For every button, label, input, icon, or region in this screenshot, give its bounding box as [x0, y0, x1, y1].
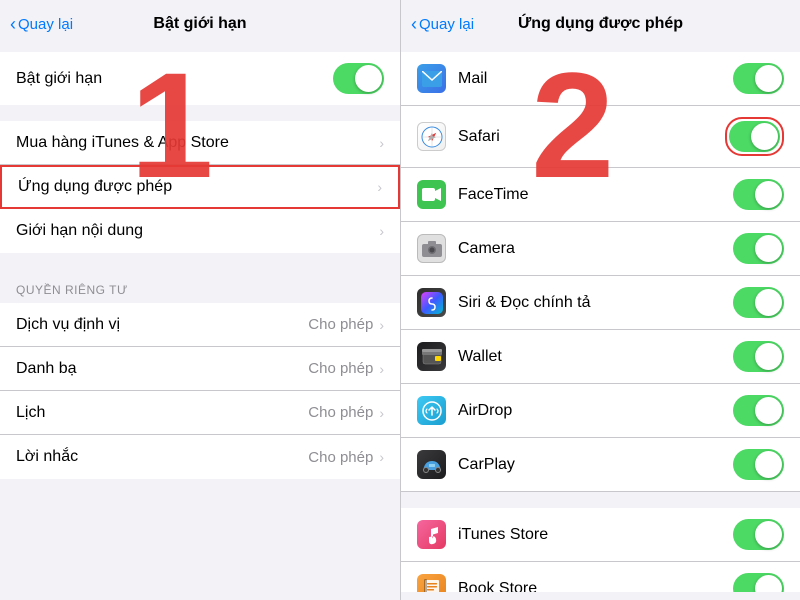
- lich-value: Cho phép: [308, 404, 373, 421]
- carplay-icon: [417, 450, 446, 479]
- camera-toggle-knob: [755, 235, 782, 262]
- siri-toggle[interactable]: [733, 287, 784, 318]
- safari-item[interactable]: Safari: [401, 106, 800, 168]
- mail-icon: [417, 64, 446, 93]
- airdrop-toggle[interactable]: [733, 395, 784, 426]
- itunes-label: iTunes Store: [458, 526, 733, 544]
- carplay-item[interactable]: CarPlay: [401, 438, 800, 492]
- right-panel: 2 ‹ Quay lại Ứng dụng được phép Mail: [400, 0, 800, 600]
- dinh-vi-chevron-icon: ›: [379, 317, 384, 333]
- left-nav-title: Bật giới hạn: [153, 15, 246, 33]
- danh-ba-label: Danh bạ: [16, 360, 308, 378]
- bookstore-toggle-knob: [755, 575, 782, 592]
- facetime-icon: [417, 180, 446, 209]
- facetime-item[interactable]: FaceTime: [401, 168, 800, 222]
- separator-block: [401, 492, 800, 508]
- safari-toggle-knob: [751, 123, 778, 150]
- lich-label: Lịch: [16, 404, 308, 422]
- itunes-toggle-knob: [755, 521, 782, 548]
- bookstore-label: Book Store: [458, 580, 733, 593]
- mail-item[interactable]: Mail: [401, 52, 800, 106]
- danh-ba-value: Cho phép: [308, 360, 373, 377]
- right-back-chevron-icon: ‹: [411, 14, 417, 35]
- bat-gioi-han-toggle[interactable]: [333, 63, 384, 94]
- right-nav-title: Ứng dụng được phép: [518, 15, 683, 33]
- bookstore-icon: [417, 574, 446, 592]
- safari-icon: [417, 122, 446, 151]
- loi-nhac-value: Cho phép: [308, 449, 373, 466]
- ung-dung-item[interactable]: Ứng dụng được phép ›: [0, 165, 400, 209]
- bookstore-item[interactable]: Book Store: [401, 562, 800, 592]
- wallet-toggle-knob: [755, 343, 782, 370]
- airdrop-toggle-knob: [755, 397, 782, 424]
- gioi-han-label: Giới hạn nội dung: [16, 222, 379, 240]
- mua-hang-chevron-icon: ›: [379, 135, 384, 151]
- loi-nhac-label: Lời nhắc: [16, 448, 308, 466]
- mail-toggle-knob: [755, 65, 782, 92]
- apps-section: Mail Safari: [401, 52, 800, 592]
- facetime-label: FaceTime: [458, 186, 733, 204]
- left-second-section: Mua hàng iTunes & App Store › Ứng dụng đ…: [0, 121, 400, 253]
- dinh-vi-label: Dịch vụ định vị: [16, 316, 308, 334]
- carplay-toggle-knob: [755, 451, 782, 478]
- ung-dung-label: Ứng dụng được phép: [18, 178, 377, 196]
- loi-nhac-item[interactable]: Lời nhắc Cho phép ›: [0, 435, 400, 479]
- bat-gioi-han-label: Bật giới hạn: [16, 70, 333, 88]
- privacy-section: Dịch vụ định vị Cho phép › Danh bạ Cho p…: [0, 303, 400, 479]
- danh-ba-chevron-icon: ›: [379, 361, 384, 377]
- siri-item[interactable]: Siri & Đọc chính tả: [401, 276, 800, 330]
- left-back-label: Quay lại: [18, 16, 73, 33]
- camera-icon: [417, 234, 446, 263]
- loi-nhac-chevron-icon: ›: [379, 449, 384, 465]
- airdrop-label: AirDrop: [458, 402, 733, 420]
- siri-icon: [417, 288, 446, 317]
- bat-gioi-han-toggle-knob: [355, 65, 382, 92]
- lich-chevron-icon: ›: [379, 405, 384, 421]
- itunes-item[interactable]: iTunes Store: [401, 508, 800, 562]
- mail-toggle[interactable]: [733, 63, 784, 94]
- carplay-label: CarPlay: [458, 456, 733, 474]
- wallet-item[interactable]: Wallet: [401, 330, 800, 384]
- privacy-section-header: QUYỀN RIÊNG TƯ: [0, 269, 400, 303]
- wallet-label: Wallet: [458, 348, 733, 366]
- airdrop-icon: [417, 396, 446, 425]
- right-back-button[interactable]: ‹ Quay lại: [411, 14, 474, 35]
- mua-hang-item[interactable]: Mua hàng iTunes & App Store ›: [0, 121, 400, 165]
- facetime-toggle[interactable]: [733, 179, 784, 210]
- bookstore-toggle[interactable]: [733, 573, 784, 592]
- camera-item[interactable]: Camera: [401, 222, 800, 276]
- mail-label: Mail: [458, 70, 733, 88]
- mua-hang-label: Mua hàng iTunes & App Store: [16, 134, 379, 152]
- itunes-toggle[interactable]: [733, 519, 784, 550]
- gioi-han-chevron-icon: ›: [379, 223, 384, 239]
- left-back-chevron-icon: ‹: [10, 14, 16, 35]
- wallet-icon: [417, 342, 446, 371]
- siri-label: Siri & Đọc chính tả: [458, 294, 733, 312]
- camera-label: Camera: [458, 240, 733, 258]
- airdrop-item[interactable]: AirDrop: [401, 384, 800, 438]
- camera-toggle[interactable]: [733, 233, 784, 264]
- safari-label: Safari: [458, 128, 725, 146]
- siri-toggle-knob: [755, 289, 782, 316]
- lich-item[interactable]: Lịch Cho phép ›: [0, 391, 400, 435]
- danh-ba-item[interactable]: Danh bạ Cho phép ›: [0, 347, 400, 391]
- safari-toggle-wrapper: [725, 117, 784, 156]
- safari-toggle[interactable]: [729, 121, 780, 152]
- left-nav-bar: ‹ Quay lại Bật giới hạn: [0, 0, 400, 44]
- right-back-label: Quay lại: [419, 16, 474, 33]
- right-nav-bar: ‹ Quay lại Ứng dụng được phép: [401, 0, 800, 44]
- facetime-toggle-knob: [755, 181, 782, 208]
- bat-gioi-han-item[interactable]: Bật giới hạn: [0, 52, 400, 105]
- gioi-han-item[interactable]: Giới hạn nội dung ›: [0, 209, 400, 253]
- left-panel: 1 ‹ Quay lại Bật giới hạn Bật giới hạn M…: [0, 0, 400, 600]
- wallet-toggle[interactable]: [733, 341, 784, 372]
- itunes-icon: [417, 520, 446, 549]
- carplay-toggle[interactable]: [733, 449, 784, 480]
- left-back-button[interactable]: ‹ Quay lại: [10, 14, 73, 35]
- dinh-vi-item[interactable]: Dịch vụ định vị Cho phép ›: [0, 303, 400, 347]
- ung-dung-chevron-icon: ›: [377, 179, 382, 195]
- dinh-vi-value: Cho phép: [308, 316, 373, 333]
- left-first-section: Bật giới hạn: [0, 52, 400, 105]
